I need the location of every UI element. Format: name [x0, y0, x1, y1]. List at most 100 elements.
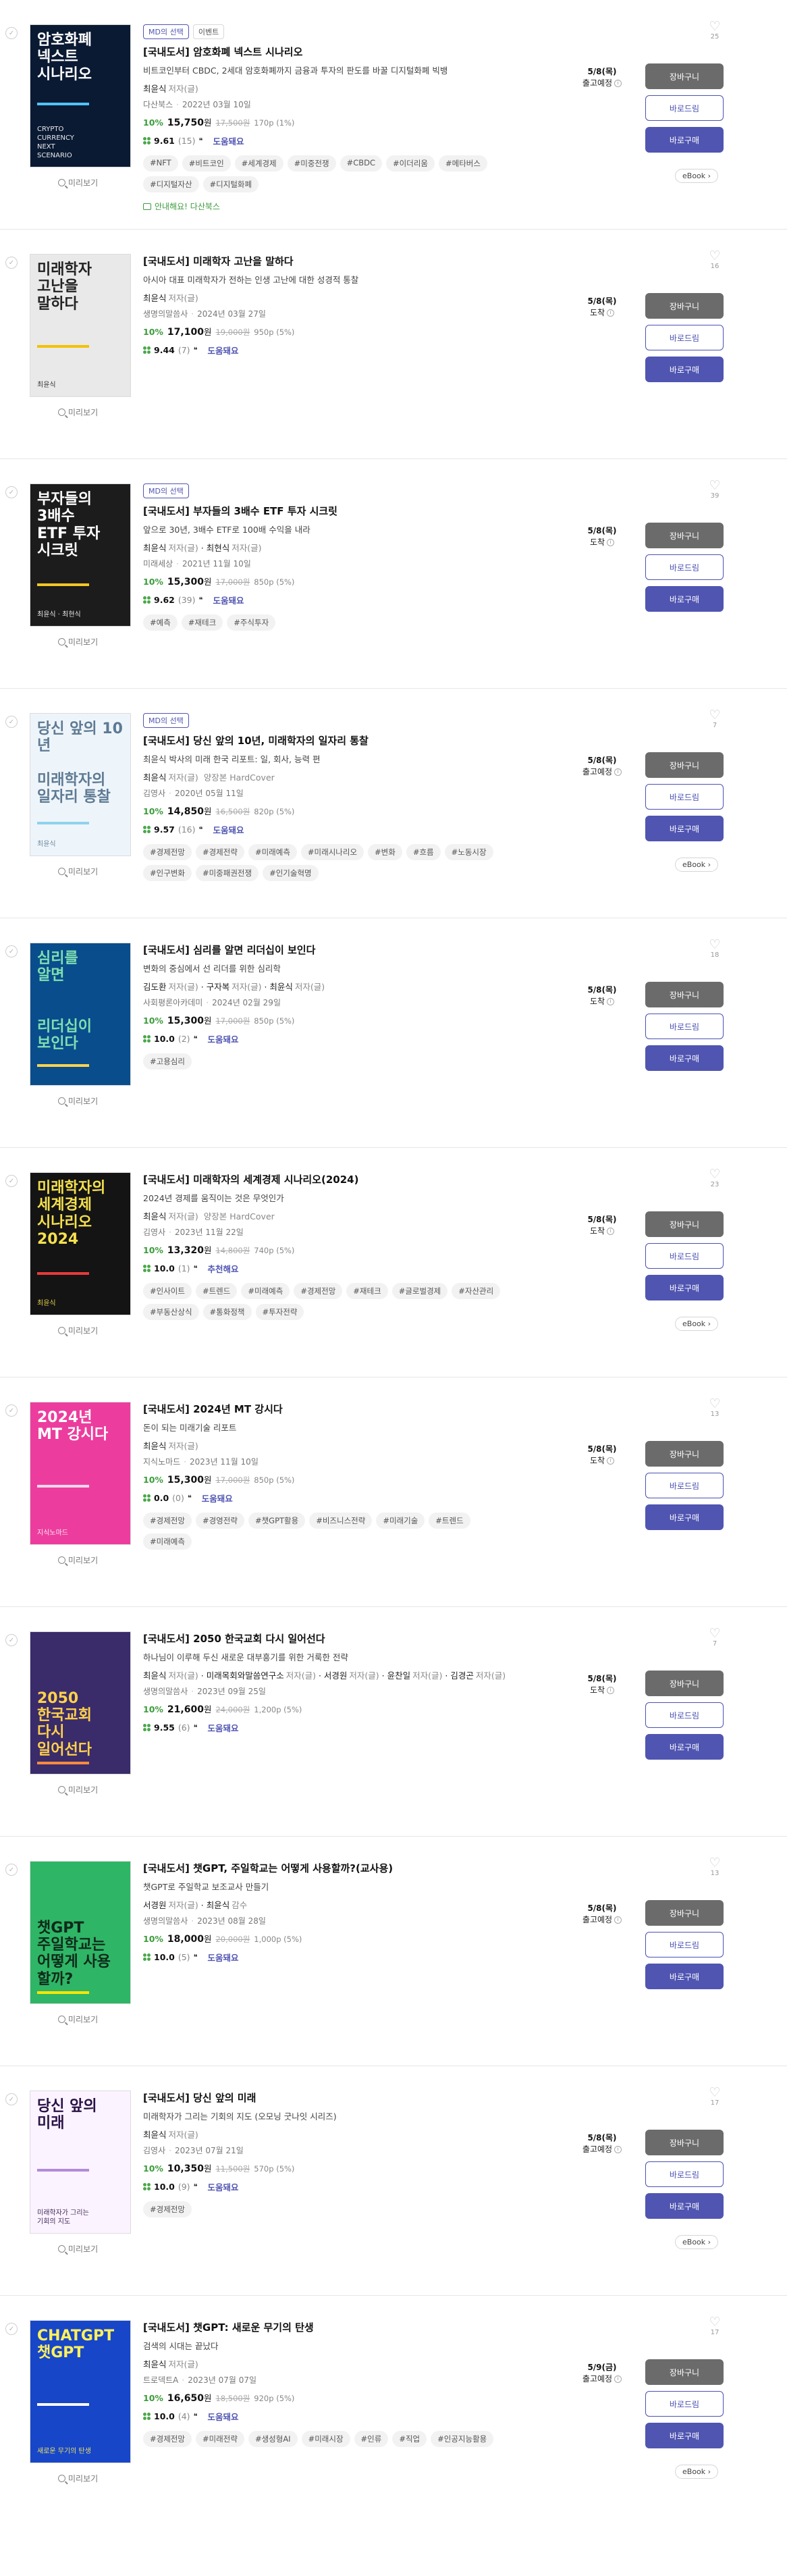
preview-link[interactable]: 미리보기	[58, 1095, 98, 1107]
author-name[interactable]: 최윤식	[143, 84, 167, 94]
book-title[interactable]: [국내도서] 심리를 알면 리더십이 보인다	[143, 943, 562, 957]
tag[interactable]: #챗GPT활용	[248, 1513, 306, 1529]
tag[interactable]: #인공지능활용	[431, 2431, 494, 2447]
preview-link[interactable]: 미리보기	[58, 1325, 98, 1336]
info-icon[interactable]: i	[614, 768, 622, 777]
baro-dream-button[interactable]: 바로드림	[645, 325, 724, 350]
wishlist[interactable]: ♡ 13	[705, 1398, 725, 1419]
book-cover[interactable]: 2024년 MT 강시다 지식노마드	[30, 1402, 131, 1545]
author-name[interactable]: 최윤식	[143, 1671, 167, 1681]
publisher[interactable]: 미래세상	[143, 559, 173, 569]
wishlist[interactable]: ♡ 7	[705, 1627, 725, 1648]
tag[interactable]: #인류	[354, 2431, 389, 2447]
book-cover[interactable]: 부자들의 3배수 ETF 투자 시크릿 최윤식 · 최현식	[30, 483, 131, 627]
baro-dream-button[interactable]: 바로드림	[645, 1932, 724, 1957]
select-checkbox[interactable]: ✓	[5, 716, 18, 728]
select-checkbox[interactable]: ✓	[5, 1864, 18, 1876]
review-keyword[interactable]: 도움돼요	[207, 2180, 238, 2193]
book-cover[interactable]: 심리를 알면 리더십이 보인다	[30, 943, 131, 1086]
buy-now-button[interactable]: 바로구매	[645, 1964, 724, 1989]
author-name[interactable]: 최윤식	[143, 543, 167, 553]
book-title[interactable]: [국내도서] 2050 한국교회 다시 일어선다	[143, 1631, 562, 1646]
buy-now-button[interactable]: 바로구매	[645, 586, 724, 612]
tag[interactable]: #미래예측	[248, 844, 297, 860]
tag[interactable]: #경제전망	[294, 1283, 343, 1299]
preview-link[interactable]: 미리보기	[58, 2243, 98, 2255]
buy-now-button[interactable]: 바로구매	[645, 1045, 724, 1071]
info-icon[interactable]: i	[614, 1916, 622, 1924]
select-checkbox[interactable]: ✓	[5, 27, 18, 39]
tag[interactable]: #고용심리	[143, 1053, 192, 1070]
author-name[interactable]: 최윤식	[143, 2359, 167, 2369]
add-to-cart-button[interactable]: 장바구니	[645, 2130, 724, 2155]
author-name[interactable]: 서경원	[324, 1671, 348, 1681]
preview-link[interactable]: 미리보기	[58, 1554, 98, 1566]
info-icon[interactable]: i	[614, 2146, 622, 2154]
review-keyword[interactable]: 도움돼요	[207, 344, 238, 357]
ebook-link[interactable]: eBook ›	[675, 169, 719, 183]
publisher[interactable]: 김영사	[143, 1228, 165, 1237]
tag[interactable]: #노동시장	[444, 844, 493, 860]
tag[interactable]: #변화	[368, 844, 402, 860]
author-name[interactable]: 최윤식	[269, 982, 293, 992]
preview-link[interactable]: 미리보기	[58, 2014, 98, 2025]
tag[interactable]: #미래시나리오	[300, 844, 364, 860]
wishlist[interactable]: ♡ 18	[705, 939, 725, 960]
info-icon[interactable]: i	[607, 1687, 615, 1695]
book-cover[interactable]: CHATGPT 챗GPT 새로운 무기의 탄생	[30, 2320, 131, 2463]
tag[interactable]: #예측	[143, 614, 178, 631]
tag[interactable]: #경제전략	[195, 844, 244, 860]
author-name[interactable]: 윤찬일	[387, 1671, 411, 1681]
add-to-cart-button[interactable]: 장바구니	[645, 63, 724, 89]
add-to-cart-button[interactable]: 장바구니	[645, 523, 724, 548]
book-title[interactable]: [국내도서] 당신 앞의 10년, 미래학자의 일자리 통찰	[143, 733, 562, 747]
buy-now-button[interactable]: 바로구매	[645, 2423, 724, 2448]
author-name[interactable]: 최윤식	[143, 1441, 167, 1451]
baro-dream-button[interactable]: 바로드림	[645, 554, 724, 580]
tag[interactable]: #경제전망	[143, 1513, 192, 1529]
tag[interactable]: #직업	[392, 2431, 427, 2447]
buy-now-button[interactable]: 바로구매	[645, 1734, 724, 1760]
tag[interactable]: #디지털자산	[143, 176, 199, 192]
select-checkbox[interactable]: ✓	[5, 486, 18, 498]
book-cover[interactable]: 당신 앞의 10년 미래학자의 일자리 통찰 최윤식	[30, 713, 131, 856]
book-title[interactable]: [국내도서] 챗GPT, 주일학교는 어떻게 사용할까?(교사용)	[143, 1861, 562, 1875]
tag[interactable]: #재테크	[181, 614, 223, 631]
wishlist[interactable]: ♡ 39	[705, 479, 725, 500]
info-icon[interactable]: i	[607, 309, 615, 317]
ebook-link[interactable]: eBook ›	[675, 2235, 719, 2249]
baro-dream-button[interactable]: 바로드림	[645, 1473, 724, 1498]
buy-now-button[interactable]: 바로구매	[645, 127, 724, 153]
add-to-cart-button[interactable]: 장바구니	[645, 752, 724, 778]
tag[interactable]: #흐름	[406, 844, 441, 860]
review-keyword[interactable]: 도움돼요	[202, 1492, 233, 1504]
wishlist[interactable]: ♡ 16	[705, 250, 725, 271]
book-cover[interactable]: 당신 앞의 미래 미래학자가 그리는 기회의 지도	[30, 2091, 131, 2234]
select-checkbox[interactable]: ✓	[5, 945, 18, 957]
tag[interactable]: #자산관리	[452, 1283, 501, 1299]
tag[interactable]: #메타버스	[439, 155, 487, 172]
select-checkbox[interactable]: ✓	[5, 1175, 18, 1187]
tag[interactable]: #세계경제	[234, 155, 283, 172]
tag[interactable]: #생성형AI	[248, 2431, 298, 2447]
wishlist[interactable]: ♡ 17	[705, 2316, 725, 2337]
review-keyword[interactable]: 도움돼요	[207, 1032, 238, 1045]
publisher[interactable]: 생명의말씀사	[143, 1916, 188, 1926]
info-icon[interactable]: i	[607, 539, 615, 547]
select-checkbox[interactable]: ✓	[5, 2323, 18, 2335]
ebook-link[interactable]: eBook ›	[675, 2465, 719, 2479]
baro-dream-button[interactable]: 바로드림	[645, 2161, 724, 2187]
tag[interactable]: #미중전쟁	[287, 155, 336, 172]
tag[interactable]: #글로벌경제	[391, 1283, 448, 1299]
select-checkbox[interactable]: ✓	[5, 1404, 18, 1417]
tag[interactable]: #부동산상식	[143, 1304, 199, 1320]
tag[interactable]: #경제전망	[143, 2201, 192, 2217]
tag[interactable]: #미래전략	[195, 2431, 244, 2447]
info-icon[interactable]: i	[614, 80, 622, 88]
book-cover[interactable]: 2050 한국교회 다시 일어선다	[30, 1631, 131, 1775]
author-name[interactable]: 김경곤	[450, 1671, 474, 1681]
author-name[interactable]: 최윤식	[143, 2130, 167, 2140]
author-name[interactable]: 김도환	[143, 982, 167, 992]
add-to-cart-button[interactable]: 장바구니	[645, 293, 724, 319]
info-icon[interactable]: i	[607, 998, 615, 1006]
